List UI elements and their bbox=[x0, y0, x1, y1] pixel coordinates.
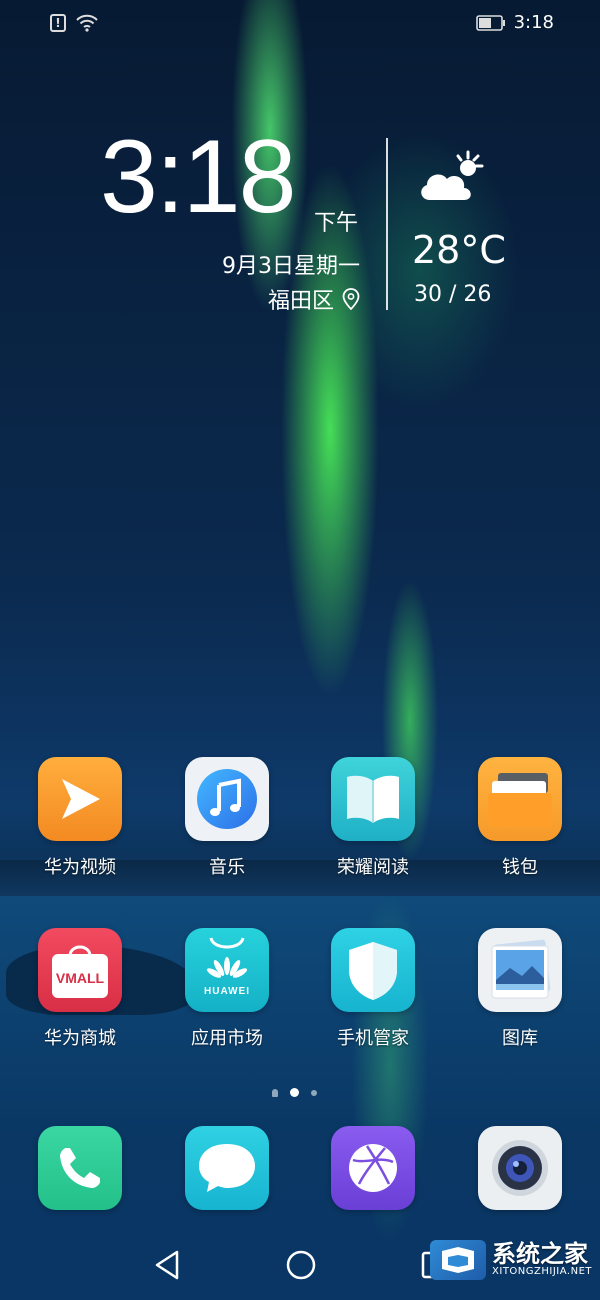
location-label: 福田区 bbox=[267, 289, 334, 314]
weather-range: 30 / 26 bbox=[414, 282, 492, 307]
messages-icon bbox=[185, 1126, 269, 1210]
app-label: 荣耀阅读 bbox=[337, 857, 409, 878]
status-bar-right: 3:18 bbox=[475, 12, 554, 33]
sim-alert-icon: ! bbox=[50, 14, 66, 32]
phone-manager-shield-icon bbox=[331, 928, 415, 1012]
app-music[interactable]: 音乐 bbox=[167, 757, 287, 879]
app-huawei-video[interactable]: 华为视频 bbox=[20, 757, 140, 879]
dock-browser[interactable] bbox=[313, 1126, 433, 1210]
weather-temperature: 28°C bbox=[412, 228, 506, 272]
vmall-icon: VMALL bbox=[38, 928, 122, 1012]
huawei-video-icon bbox=[38, 757, 122, 841]
dock-phone[interactable] bbox=[20, 1126, 140, 1210]
vmall-badge-text: VMALL bbox=[55, 970, 105, 986]
page-indicator-minus-one[interactable] bbox=[272, 1088, 278, 1097]
wifi-icon bbox=[76, 14, 98, 32]
home-icon[interactable] bbox=[284, 1248, 318, 1286]
app-app-gallery[interactable]: HUAWEI 应用市场 bbox=[167, 928, 287, 1050]
app-label: 应用市场 bbox=[191, 1028, 263, 1049]
app-honor-reader[interactable]: 荣耀阅读 bbox=[313, 757, 433, 879]
watermark-url: XITONGZHIJIA.NET bbox=[492, 1266, 592, 1278]
status-bar-left: ! bbox=[50, 14, 98, 32]
partly-cloudy-icon bbox=[416, 150, 488, 210]
gallery-icon bbox=[478, 928, 562, 1012]
app-label: 图库 bbox=[502, 1028, 538, 1049]
watermark: 系统之家 XITONGZHIJIA.NET bbox=[430, 1240, 592, 1280]
clock-date: 9月3日星期一 bbox=[222, 254, 360, 279]
app-label: 钱包 bbox=[502, 857, 538, 878]
weather-widget[interactable]: 28°C 30 / 26 bbox=[412, 150, 562, 320]
app-wallet[interactable]: 钱包 bbox=[460, 757, 580, 879]
dock-messages[interactable] bbox=[167, 1126, 287, 1210]
clock-ampm: 下午 bbox=[314, 211, 359, 236]
phone-icon bbox=[38, 1126, 122, 1210]
camera-icon bbox=[478, 1126, 562, 1210]
app-label: 手机管家 bbox=[337, 1028, 409, 1049]
app-gallery[interactable]: 图库 bbox=[460, 928, 580, 1050]
page-indicator[interactable] bbox=[272, 1088, 317, 1097]
watermark-text: 系统之家 XITONGZHIJIA.NET bbox=[492, 1240, 592, 1278]
browser-icon bbox=[331, 1126, 415, 1210]
widget-divider bbox=[386, 138, 388, 310]
page-indicator-active[interactable] bbox=[290, 1088, 299, 1097]
clock-time: 3:18 bbox=[100, 119, 296, 235]
app-label: 音乐 bbox=[209, 857, 245, 878]
page-indicator-next[interactable] bbox=[311, 1089, 317, 1096]
music-icon bbox=[185, 757, 269, 841]
app-gallery-icon: HUAWEI bbox=[185, 928, 269, 1012]
app-label: 华为商城 bbox=[44, 1028, 116, 1049]
status-bar: ! 3:18 bbox=[0, 0, 600, 46]
app-phone-manager[interactable]: 手机管家 bbox=[313, 928, 433, 1050]
wallet-icon bbox=[478, 757, 562, 841]
back-icon[interactable] bbox=[152, 1248, 182, 1286]
watermark-logo-icon bbox=[430, 1240, 487, 1280]
huawei-badge-text: HUAWEI bbox=[204, 986, 250, 997]
battery-icon bbox=[475, 14, 506, 31]
location-pin-icon bbox=[342, 288, 360, 310]
watermark-title: 系统之家 bbox=[492, 1240, 589, 1269]
dock-camera[interactable] bbox=[460, 1126, 580, 1210]
app-label: 华为视频 bbox=[44, 857, 116, 878]
clock-location: 福田区 bbox=[268, 283, 360, 315]
reader-book-icon bbox=[331, 757, 415, 841]
status-time: 3:18 bbox=[513, 12, 554, 33]
clock-widget[interactable]: 3:18 下午 9月3日星期一 福田区 bbox=[100, 125, 370, 315]
app-vmall[interactable]: VMALL 华为商城 bbox=[20, 928, 140, 1050]
